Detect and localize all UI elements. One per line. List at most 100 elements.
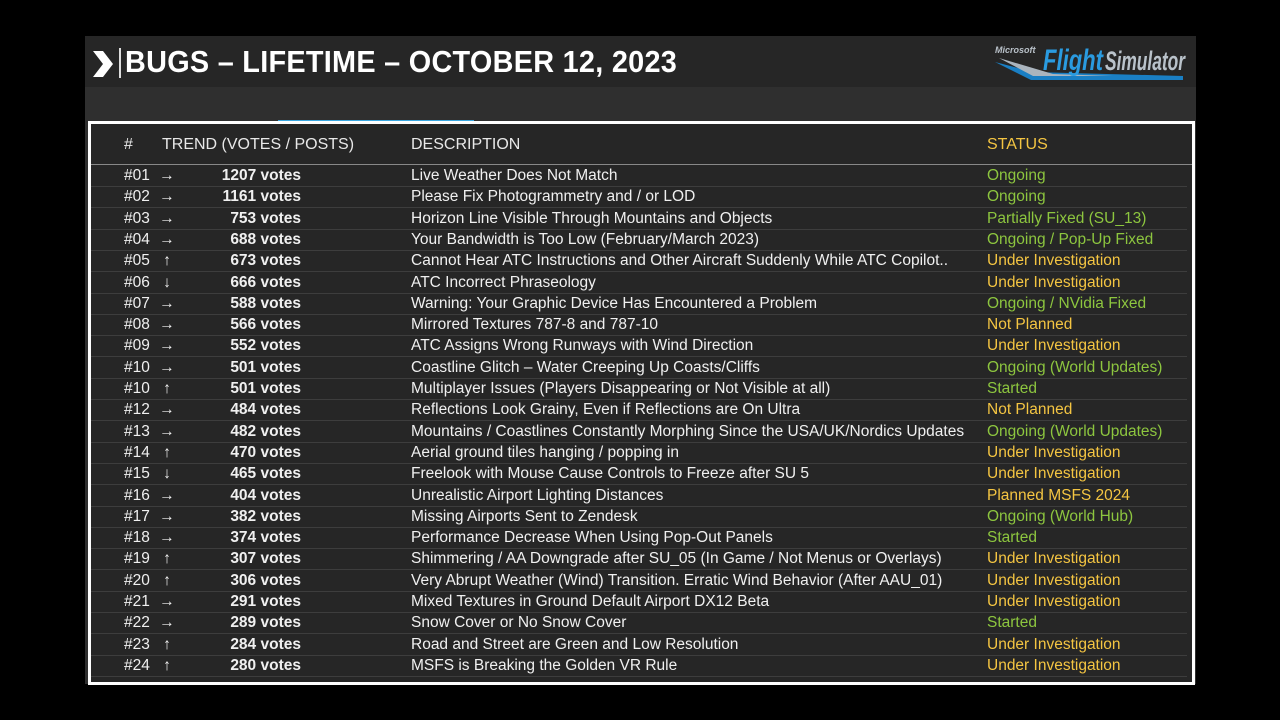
vote-count: 470 (230, 443, 257, 461)
votes: 284 votes (201, 636, 301, 654)
vote-unit: votes (260, 529, 302, 547)
status: Started (987, 380, 1037, 397)
description: Missing Airports Sent to Zendesk (411, 507, 638, 525)
trend-up-arrow-icon: ↑ (163, 656, 171, 674)
rank: #22 (124, 614, 150, 632)
trend-up-arrow-icon: ↑ (163, 550, 171, 568)
table-row: #21 → 291 votes Mixed Textures in Ground De… (91, 591, 1187, 613)
vote-count: 753 (230, 209, 257, 227)
table-row: #18 → 374 votes Performance Decrease When U… (91, 527, 1187, 550)
rank: #17 (124, 507, 150, 525)
vote-count: 501 (230, 358, 257, 376)
rank: #14 (124, 443, 150, 461)
rank: #09 (124, 337, 150, 355)
rank: #10 (124, 380, 150, 397)
votes: 552 votes (201, 337, 301, 355)
rank: #15 (124, 465, 150, 483)
trend-up-arrow-icon: ↑ (163, 635, 171, 653)
rank: #18 (124, 529, 150, 547)
trend-right-arrow-icon: → (159, 358, 175, 376)
status: Under Investigation (987, 571, 1121, 589)
table-row: #22 → 289 votes Snow Cover or No Snow Cover… (91, 612, 1187, 635)
vote-unit: votes (260, 486, 302, 504)
vote-count: 482 (230, 422, 257, 440)
flight-simulator-logo: Microsoft Flight Simulator (995, 44, 1186, 80)
votes: 666 votes (201, 274, 301, 292)
trend-right-arrow-icon: → (159, 614, 175, 632)
status: Under Investigation (987, 593, 1121, 610)
table-row: #13 → 482 votes Mountains / Coastlines Cons… (91, 421, 1187, 443)
status: Under Investigation (987, 465, 1121, 483)
svg-text:Simulator: Simulator (1105, 46, 1186, 76)
vote-unit: votes (260, 337, 302, 355)
description: Coastline Glitch – Water Creeping Up Coa… (411, 358, 760, 376)
table-row: #15 ↓ 465 votes Freelook with Mouse Cause C… (91, 463, 1187, 486)
rank: #04 (124, 230, 150, 248)
trend-right-arrow-icon: → (159, 507, 175, 525)
votes: 588 votes (201, 295, 301, 313)
status: Started (987, 614, 1037, 632)
vote-count: 501 (230, 380, 257, 397)
chevron-right-icon (93, 51, 113, 77)
bugs-table: # TREND (VOTES / POSTS) DESCRIPTION STAT… (88, 121, 1195, 685)
table-row: #20 ↑ 306 votes Very Abrupt Weather (Wind) … (91, 570, 1187, 592)
status: Under Investigation (987, 252, 1121, 270)
table-row: #01 → 1207 votes Live Weather Does Not Matc… (91, 165, 1187, 187)
status: Ongoing / NVidia Fixed (987, 294, 1147, 312)
status: Under Investigation (987, 443, 1121, 461)
trend-right-arrow-icon: → (159, 316, 175, 334)
trend-up-arrow-icon: ↑ (163, 380, 171, 397)
trend-right-arrow-icon: → (159, 529, 175, 547)
table-row: #16 → 404 votes Unrealistic Airport Lightin… (91, 485, 1187, 507)
vote-unit: votes (260, 230, 302, 248)
vote-unit: votes (260, 252, 302, 270)
vote-count: 291 (230, 593, 257, 610)
rank: #01 (124, 167, 150, 184)
table-row: #04 → 688 votes Your Bandwidth is Too Low (… (91, 229, 1187, 251)
description: Live Weather Does Not Match (411, 167, 618, 184)
vote-count: 404 (230, 486, 257, 504)
description: Shimmering / AA Downgrade after SU_05 (I… (411, 550, 942, 568)
vote-unit: votes (260, 209, 302, 227)
vote-count: 374 (230, 529, 257, 547)
rank: #12 (124, 401, 150, 419)
trend-right-arrow-icon: → (159, 294, 175, 312)
votes: 404 votes (201, 487, 301, 505)
vote-unit: votes (260, 593, 302, 610)
votes: 291 votes (201, 593, 301, 611)
status: Under Investigation (987, 656, 1121, 674)
status: Ongoing (World Updates) (987, 422, 1163, 440)
table-row: #19 ↑ 307 votes Shimmering / AA Downgrade a… (91, 548, 1187, 571)
description: Your Bandwidth is Too Low (February/Marc… (411, 230, 760, 248)
status: Under Investigation (987, 550, 1121, 568)
trend-right-arrow-icon: → (159, 401, 175, 419)
description: Mixed Textures in Ground Default Airport… (411, 593, 770, 610)
vote-unit: votes (260, 167, 302, 184)
status: Not Planned (987, 401, 1073, 419)
table-row: #17 → 382 votes Missing Airports Sent to Ze… (91, 506, 1187, 528)
rank: #13 (124, 422, 150, 440)
slide-frame: BUGS – LIFETIME – OCTOBER 12, 2023 Micro… (85, 36, 1196, 685)
status: Partially Fixed (SU_13) (987, 209, 1147, 227)
vote-unit: votes (260, 380, 302, 397)
vote-unit: votes (260, 316, 302, 334)
vote-count: 666 (230, 273, 257, 291)
votes: 470 votes (201, 444, 301, 462)
trend-right-arrow-icon: → (159, 230, 175, 248)
description: Mirrored Textures 787-8 and 787-10 (411, 316, 658, 334)
status: Not Planned (987, 316, 1073, 334)
description: ATC Incorrect Phraseology (411, 273, 596, 291)
vote-count: 284 (230, 635, 257, 653)
vote-unit: votes (260, 294, 302, 312)
votes: 289 votes (201, 614, 301, 632)
votes: 501 votes (201, 380, 301, 398)
trend-right-arrow-icon: → (159, 209, 175, 227)
vote-unit: votes (260, 401, 302, 419)
vote-unit: votes (260, 188, 302, 206)
description: Reflections Look Grainy, Even if Reflect… (411, 401, 801, 419)
trend-up-arrow-icon: ↑ (163, 443, 171, 461)
trend-right-arrow-icon: → (159, 422, 175, 440)
description: Freelook with Mouse Cause Controls to Fr… (411, 465, 810, 483)
status: Ongoing (987, 167, 1046, 184)
status: Under Investigation (987, 273, 1121, 291)
